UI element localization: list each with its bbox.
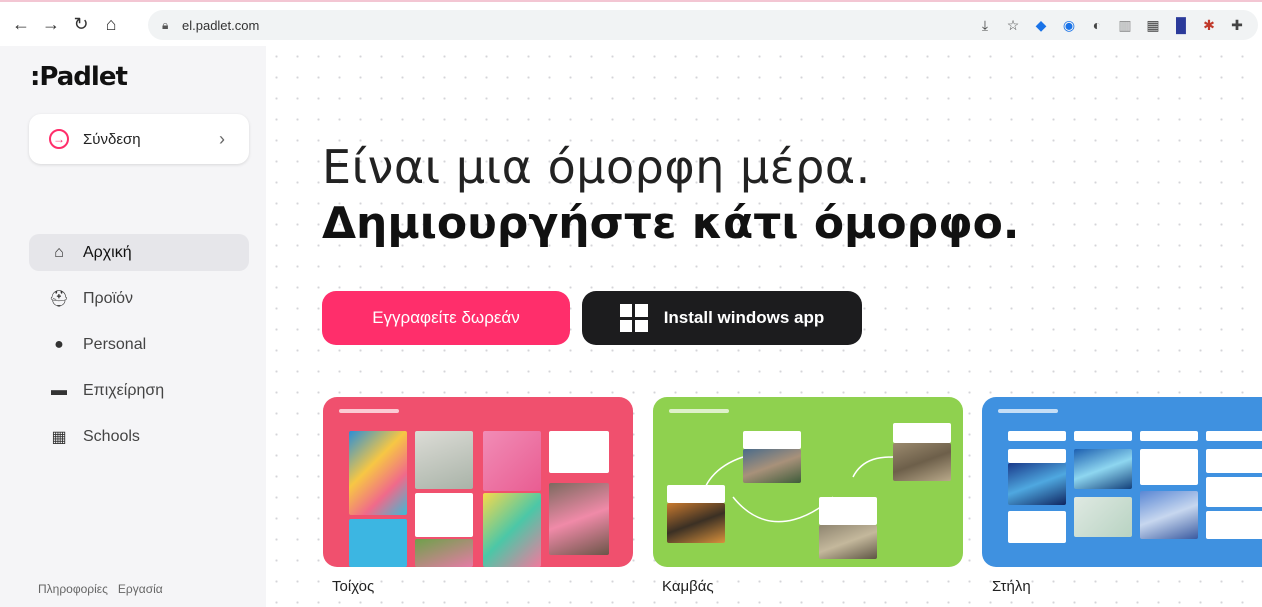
sidebar-nav: ⌂ Αρχική ⛑ Προϊόν ● Personal ▬ Επιχείρησ… (29, 234, 249, 464)
ext-book-icon[interactable]: ▥ (1116, 16, 1134, 34)
note-tile (893, 423, 951, 443)
note-tile (1206, 511, 1262, 539)
lock-icon: 🔒︎ (162, 17, 169, 32)
star-icon[interactable]: ☆ (1004, 16, 1022, 34)
sidebar-item-label: Personal (83, 335, 147, 353)
note-tile (1008, 449, 1066, 463)
sidebar-item-personal[interactable]: ● Personal (29, 326, 249, 363)
install-windows-app-button[interactable]: Install windows app (582, 291, 862, 345)
video-image (483, 431, 541, 491)
ext-qr-icon[interactable]: ▦ (1144, 16, 1162, 34)
blue-tile (349, 519, 407, 567)
ext-toggle-icon[interactable]: ◐ (1088, 16, 1106, 34)
sidebar-item-home[interactable]: ⌂ Αρχική (29, 234, 249, 271)
install-icon[interactable]: ⤓ (976, 16, 994, 34)
url-text[interactable]: el.padlet.com (182, 18, 259, 33)
card-header (998, 409, 1058, 413)
browser-toolbar: ← → ↻ ⌂ 🔒︎ el.padlet.com ⤓ ☆ ◆ ◉ ◐ ▥ ▦ █… (0, 0, 1262, 46)
note-tile (1206, 477, 1262, 507)
login-arrow-icon: → (49, 129, 69, 149)
business-icon: ▬ (51, 381, 67, 399)
ballet-image (415, 431, 473, 489)
wall-card-label: Τοίχος (332, 578, 375, 595)
puzzle-icon[interactable]: ✚ (1228, 16, 1246, 34)
jellyfish-image (1074, 449, 1132, 489)
sidebar-item-label: Επιχείρηση (83, 381, 165, 399)
lynx-image (819, 525, 877, 559)
note-tile (1140, 449, 1198, 485)
phone-video-image (1140, 491, 1198, 539)
headline-bold: Δημιουργήστε κάτι όμορφο. (322, 198, 1020, 249)
padlet-logo[interactable]: :Padlet (30, 62, 128, 92)
connector-line (852, 456, 894, 478)
person-icon: ● (54, 335, 64, 353)
footer-links: Πληροφορίες Εργασία (38, 582, 163, 596)
install-button-label: Install windows app (663, 308, 825, 327)
sidebar-item-label: Schools (83, 427, 140, 445)
card-header (339, 409, 399, 413)
home-icon: ⌂ (54, 243, 64, 261)
column-header (1074, 431, 1132, 441)
column-card-label: Στήλη (992, 578, 1031, 595)
connector-line (732, 496, 834, 523)
eagle-image (743, 449, 801, 483)
ext-bug-icon[interactable]: ✱ (1200, 16, 1218, 34)
sidebar-item-label: Αρχική (83, 243, 132, 261)
note-tile (1206, 449, 1262, 473)
note-tile (415, 493, 473, 537)
address-bar[interactable]: 🔒︎ el.padlet.com ⤓ ☆ ◆ ◉ ◐ ▥ ▦ █ ✱ ✚ (148, 10, 1258, 40)
windows-icon (619, 304, 648, 332)
main-content: Είναι μια όμορφη μέρα. Δημιουργήστε κάτι… (266, 46, 1262, 607)
footer-link-jobs[interactable]: Εργασία (118, 582, 163, 596)
headline-light: Είναι μια όμορφη μέρα. (322, 140, 871, 194)
sidebar: :Padlet → Σύνδεση › ⌂ Αρχική ⛑ Προϊόν ● … (0, 46, 266, 607)
back-arrow-icon[interactable]: ← (8, 11, 34, 37)
note-tile (667, 485, 725, 503)
shapes-image (483, 493, 541, 567)
canvas-card-label: Καμβάς (662, 578, 714, 595)
shoes-image (549, 483, 609, 555)
home-icon[interactable]: ⌂ (98, 11, 124, 37)
login-button[interactable]: → Σύνδεση › (29, 114, 249, 164)
product-icon: ⛑ (48, 290, 70, 308)
map-image (1074, 497, 1132, 537)
column-header (1140, 431, 1198, 441)
column-header (1008, 431, 1066, 441)
note-tile (819, 497, 877, 525)
reload-icon[interactable]: ↻ (68, 11, 94, 37)
ext-record-icon[interactable]: ◉ (1060, 16, 1078, 34)
forward-arrow-icon[interactable]: → (38, 11, 64, 37)
column-template-card[interactable] (982, 397, 1262, 567)
schools-icon: ▦ (51, 428, 67, 446)
note-tile (1008, 511, 1066, 543)
note-tile (549, 431, 609, 473)
sidebar-item-business[interactable]: ▬ Επιχείρηση (29, 372, 249, 409)
ext-translate-icon[interactable]: █ (1172, 16, 1190, 34)
note-tile (743, 431, 801, 449)
ext-blue-icon[interactable]: ◆ (1032, 16, 1050, 34)
sidebar-item-schools[interactable]: ▦ Schools (29, 418, 249, 455)
sidebar-item-label: Προϊόν (83, 289, 134, 307)
canvas-template-card[interactable] (653, 397, 963, 567)
chevron-right-icon: › (219, 128, 225, 149)
signup-button[interactable]: Εγγραφείτε δωρεάν (322, 291, 570, 345)
extension-icons: ⤓ ☆ ◆ ◉ ◐ ▥ ▦ █ ✱ ✚ (976, 10, 1246, 40)
sidebar-item-product[interactable]: ⛑ Προϊόν (29, 280, 249, 317)
column-header (1206, 431, 1262, 441)
login-label: Σύνδεση (83, 130, 141, 148)
grass-image (415, 539, 473, 567)
tiger-image (667, 503, 725, 543)
cat-image (893, 443, 951, 481)
jellyfish-image (1008, 463, 1066, 505)
abstract-image (349, 431, 407, 515)
wall-template-card[interactable] (323, 397, 633, 567)
footer-link-info[interactable]: Πληροφορίες (38, 582, 108, 596)
